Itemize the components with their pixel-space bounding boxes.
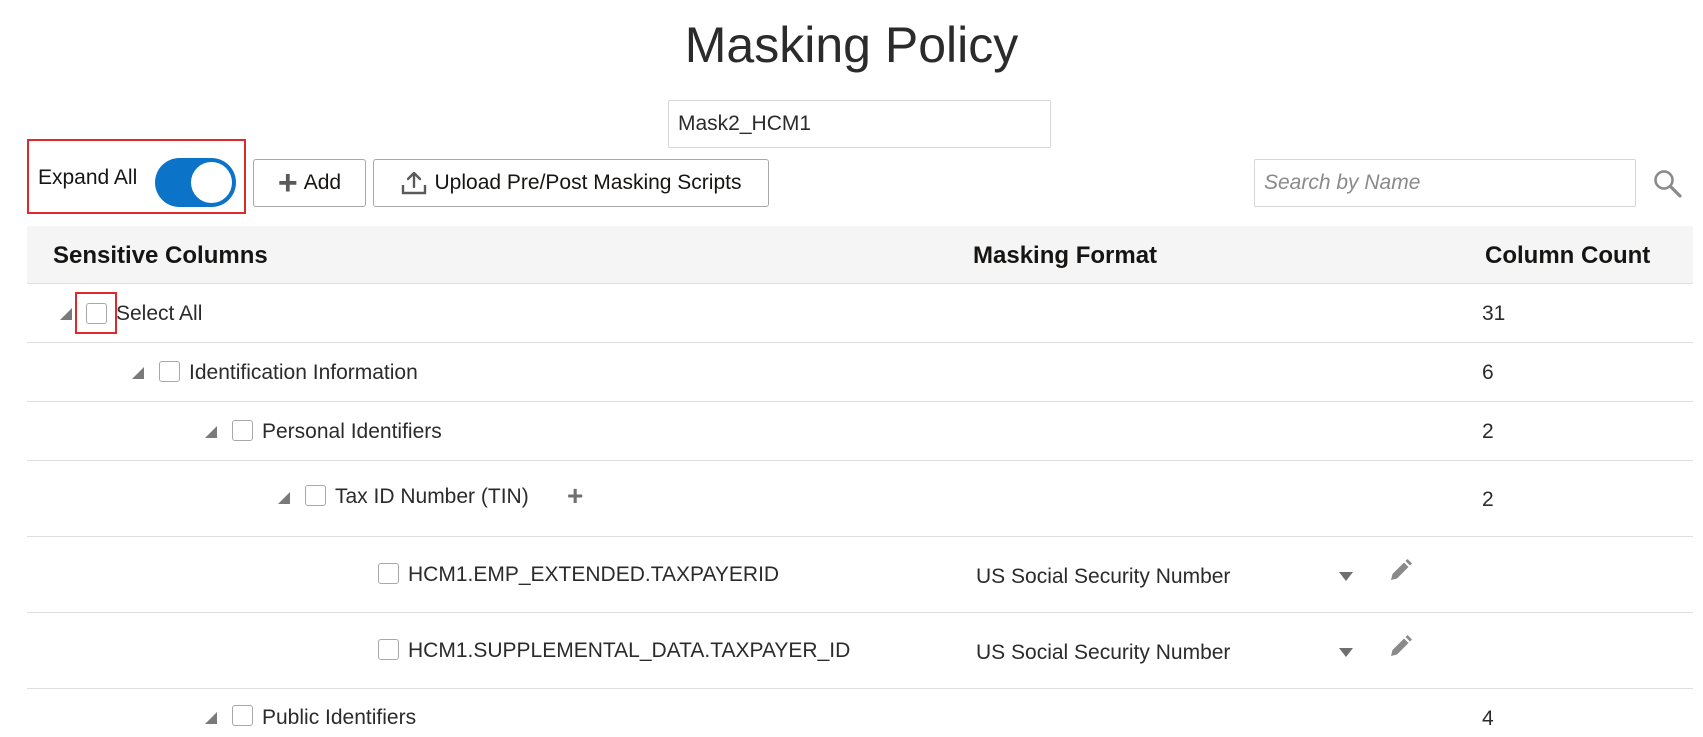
collapse-caret-icon[interactable] <box>205 712 217 724</box>
expand-all-toggle[interactable] <box>155 158 236 207</box>
table-row <box>27 284 1693 343</box>
chevron-down-icon[interactable] <box>1339 648 1353 657</box>
masking-format-select[interactable]: US Social Security Number <box>976 641 1230 665</box>
table-row <box>27 613 1693 689</box>
row-label: Select All <box>116 302 203 325</box>
row-checkbox[interactable] <box>378 639 399 660</box>
header-sensitive-columns: Sensitive Columns <box>53 242 268 269</box>
chevron-down-icon[interactable] <box>1339 572 1353 581</box>
add-button[interactable]: + Add <box>253 159 366 207</box>
select-all-checkbox[interactable] <box>86 303 107 324</box>
expand-all-label: Expand All <box>38 166 138 189</box>
add-column-plus-icon[interactable]: + <box>567 482 583 510</box>
row-checkbox[interactable] <box>232 420 253 441</box>
add-button-label: Add <box>303 171 342 194</box>
row-label: Identification Information <box>189 361 418 384</box>
header-column-count: Column Count <box>1485 242 1651 269</box>
collapse-caret-icon[interactable] <box>205 426 217 438</box>
row-checkbox[interactable] <box>305 485 326 506</box>
row-count: 4 <box>1482 707 1494 730</box>
search-button[interactable] <box>1652 168 1684 200</box>
row-label: Personal Identifiers <box>262 420 442 443</box>
table-row <box>27 537 1693 613</box>
row-count: 6 <box>1482 361 1494 384</box>
collapse-caret-icon[interactable] <box>278 492 290 504</box>
edit-pencil-icon[interactable] <box>1387 634 1413 660</box>
table-header <box>27 226 1693 284</box>
collapse-caret-icon[interactable] <box>60 308 72 320</box>
policy-name-input[interactable] <box>668 100 1051 148</box>
row-count: 2 <box>1482 420 1494 443</box>
row-label: Public Identifiers <box>262 706 417 729</box>
row-count: 2 <box>1482 488 1494 511</box>
edit-pencil-icon[interactable] <box>1387 558 1413 584</box>
row-label: Tax ID Number (TIN) <box>335 485 529 508</box>
table-row <box>27 461 1693 537</box>
search-icon <box>1654 170 1682 198</box>
masking-format-select[interactable]: US Social Security Number <box>976 565 1230 589</box>
upload-scripts-button[interactable]: Upload Pre/Post Masking Scripts <box>373 159 769 207</box>
row-checkbox[interactable] <box>159 361 180 382</box>
toggle-knob <box>191 162 232 203</box>
search-input[interactable] <box>1254 159 1636 207</box>
row-label: HCM1.SUPPLEMENTAL_DATA.TAXPAYER_ID <box>408 639 851 662</box>
row-count: 31 <box>1482 302 1506 325</box>
collapse-caret-icon[interactable] <box>132 367 144 379</box>
row-checkbox[interactable] <box>232 705 253 726</box>
header-masking-format: Masking Format <box>973 242 1158 269</box>
row-label: HCM1.EMP_EXTENDED.TAXPAYERID <box>408 563 780 586</box>
upload-button-label: Upload Pre/Post Masking Scripts <box>434 171 742 194</box>
upload-icon <box>401 171 426 195</box>
page-title: Masking Policy <box>684 17 1019 73</box>
row-checkbox[interactable] <box>378 563 399 584</box>
plus-icon: + <box>277 164 298 202</box>
